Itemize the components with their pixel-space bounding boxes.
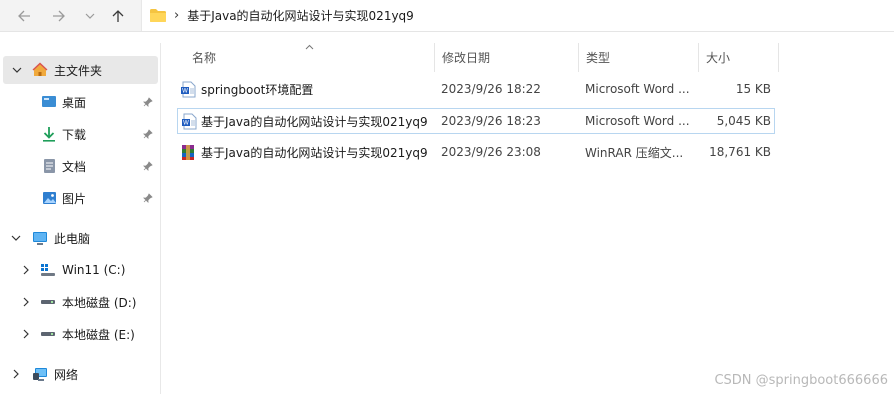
network-icon xyxy=(32,366,48,382)
navigation-pane: 主文件夹 桌面 下载 文档 图片 此电脑 Win11 (C:) 本地磁盘 (D:… xyxy=(0,43,161,394)
picture-icon xyxy=(41,190,57,206)
address-bar[interactable]: › 基于Java的自动化网站设计与实现021yq9 xyxy=(141,0,894,31)
column-header-type[interactable]: 类型 xyxy=(579,43,699,72)
sidebar-item-drive-e[interactable]: 本地磁盘 (E:) xyxy=(0,320,158,348)
svg-text:W: W xyxy=(182,88,188,95)
column-header-date[interactable]: 修改日期 xyxy=(435,43,579,72)
windows-drive-icon xyxy=(40,262,56,278)
chevron-down-icon xyxy=(85,13,95,19)
sidebar-item-label: Win11 (C:) xyxy=(62,263,126,277)
column-header-name[interactable]: 名称 xyxy=(185,43,435,72)
file-name: springboot环境配置 xyxy=(201,82,314,97)
pin-icon[interactable] xyxy=(142,96,154,108)
file-date: 2023/9/26 23:08 xyxy=(441,145,541,159)
drive-icon xyxy=(40,294,56,310)
word-doc-icon: W xyxy=(181,81,196,98)
pin-icon[interactable] xyxy=(142,192,154,204)
download-icon xyxy=(41,126,57,142)
sidebar-item-drive-d[interactable]: 本地磁盘 (D:) xyxy=(0,288,158,316)
breadcrumb-current-folder[interactable]: 基于Java的自动化网站设计与实现021yq9 xyxy=(187,7,414,24)
file-size: 18,761 KB xyxy=(709,145,771,159)
sidebar-item-label: 文档 xyxy=(62,159,87,174)
file-type: WinRAR 压缩文... xyxy=(585,145,684,160)
drive-icon xyxy=(40,326,56,342)
file-type: Microsoft Word ... xyxy=(585,114,690,128)
desktop-icon xyxy=(41,94,57,110)
file-type: Microsoft Word ... xyxy=(585,82,690,96)
chevron-right-icon[interactable] xyxy=(11,369,21,379)
file-row[interactable]: W 基于Java的自动化网站设计与实现021yq9 2023/9/26 18:2… xyxy=(177,108,775,134)
forward-button[interactable] xyxy=(47,4,71,28)
arrow-right-icon xyxy=(53,10,65,22)
sidebar-item-pictures[interactable]: 图片 xyxy=(0,184,158,212)
sidebar-item-network[interactable]: 网络 xyxy=(0,360,158,388)
sidebar-item-drive-c[interactable]: Win11 (C:) xyxy=(0,256,158,284)
svg-text:W: W xyxy=(183,120,189,127)
file-row[interactable]: 基于Java的自动化网站设计与实现021yq9 2023/9/26 23:08 … xyxy=(177,140,775,166)
sidebar-item-label: 本地磁盘 (E:) xyxy=(62,327,135,342)
chevron-right-icon[interactable] xyxy=(21,329,31,339)
file-list: 名称 修改日期 类型 大小 W springboot环境配置 2023/9/26… xyxy=(163,43,894,394)
file-name: 基于Java的自动化网站设计与实现021yq9 xyxy=(201,145,428,160)
sidebar-item-label: 图片 xyxy=(62,191,87,206)
sidebar-item-label: 此电脑 xyxy=(54,231,91,246)
breadcrumb-separator: › xyxy=(174,8,180,23)
arrow-left-icon xyxy=(18,10,30,22)
chevron-right-icon[interactable] xyxy=(21,265,31,275)
sidebar-item-label: 网络 xyxy=(54,367,79,382)
word-doc-icon: W xyxy=(182,113,197,130)
recent-locations-button[interactable] xyxy=(78,4,102,28)
sidebar-item-documents[interactable]: 文档 xyxy=(0,152,158,180)
navigation-bar: › 基于Java的自动化网站设计与实现021yq9 xyxy=(0,0,894,32)
column-header-size[interactable]: 大小 xyxy=(699,43,779,72)
file-date: 2023/9/26 18:23 xyxy=(441,114,541,128)
file-row[interactable]: W springboot环境配置 2023/9/26 18:22 Microso… xyxy=(177,77,775,103)
sidebar-item-label: 下载 xyxy=(62,127,87,142)
winrar-archive-icon xyxy=(182,145,194,160)
sidebar-item-label: 本地磁盘 (D:) xyxy=(62,295,137,310)
document-icon xyxy=(41,158,57,174)
home-icon xyxy=(32,62,48,78)
arrow-up-icon xyxy=(112,10,124,22)
sidebar-item-downloads[interactable]: 下载 xyxy=(0,120,158,148)
chevron-down-icon[interactable] xyxy=(12,65,22,75)
sidebar-item-this-pc[interactable]: 此电脑 xyxy=(0,224,158,252)
file-size: 5,045 KB xyxy=(716,114,771,128)
pin-icon[interactable] xyxy=(142,160,154,172)
chevron-right-icon[interactable] xyxy=(21,297,31,307)
back-button[interactable] xyxy=(12,4,36,28)
sidebar-item-home[interactable]: 主文件夹 xyxy=(3,56,158,84)
sidebar-item-label: 主文件夹 xyxy=(54,63,103,78)
computer-icon xyxy=(32,230,48,246)
file-date: 2023/9/26 18:22 xyxy=(441,82,541,96)
sidebar-item-label: 桌面 xyxy=(62,95,87,110)
file-size: 15 KB xyxy=(735,82,771,96)
watermark: CSDN @springboot666666 xyxy=(714,373,888,388)
pin-icon[interactable] xyxy=(142,128,154,140)
sidebar-item-desktop[interactable]: 桌面 xyxy=(0,88,158,116)
chevron-down-icon[interactable] xyxy=(11,233,21,243)
up-button[interactable] xyxy=(106,4,130,28)
file-name: 基于Java的自动化网站设计与实现021yq9 xyxy=(201,114,428,129)
folder-icon xyxy=(150,9,166,22)
